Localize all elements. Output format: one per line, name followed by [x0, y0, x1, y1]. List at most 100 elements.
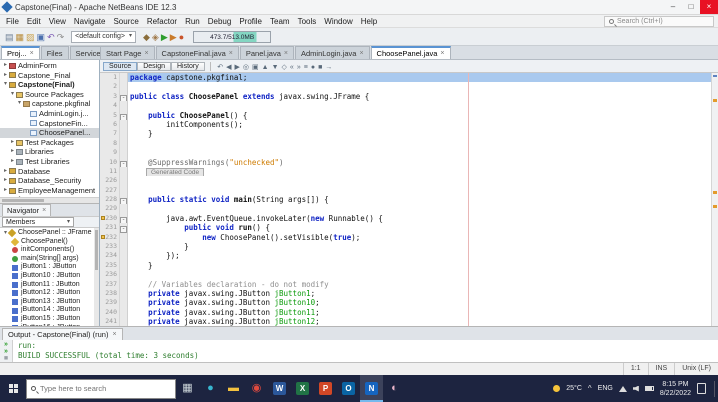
minimize-button[interactable]: –	[664, 0, 682, 14]
navigator-item-jbutton13-jbutton[interactable]: jButton13 : JButton	[0, 298, 99, 307]
taskbar-app-edge[interactable]: ●	[199, 375, 222, 402]
battery-icon[interactable]	[644, 386, 654, 391]
taskbar-app-paint[interactable]: ◐	[383, 375, 406, 402]
panel-tab-files[interactable]: Files	[40, 46, 69, 59]
tree-item-capstonefin[interactable]: CapstoneFin...	[0, 119, 99, 129]
stop-icon[interactable]: ■	[4, 355, 8, 362]
undo-icon[interactable]: ↶	[46, 32, 56, 42]
code-line-230[interactable]: 230 java.awt.EventQueue.invokeLater(new …	[100, 213, 718, 224]
taskbar-search[interactable]	[26, 378, 176, 399]
menu-edit[interactable]: Edit	[23, 17, 45, 26]
rerun-with-args-icon[interactable]: »	[4, 348, 8, 355]
close-tab-icon[interactable]: ×	[359, 47, 363, 60]
tree-item-adminlogin-j[interactable]: AdminLogin.j...	[0, 109, 99, 119]
editor-tab-panel-java[interactable]: Panel.java ×	[239, 46, 294, 60]
expand-toggle-icon[interactable]: ▸	[2, 167, 9, 177]
expand-toggle-icon[interactable]: ▸	[2, 61, 9, 71]
next-occurrence-icon[interactable]: ▼	[270, 64, 280, 71]
fold-toggle-icon[interactable]	[120, 195, 128, 205]
close-tab-icon[interactable]: ×	[229, 47, 233, 60]
view-button-history[interactable]: History	[170, 62, 205, 71]
start-button[interactable]	[0, 375, 26, 402]
tree-item-employeemanagement[interactable]: ▸ EmployeeManagement	[0, 186, 99, 196]
expand-toggle-icon[interactable]: ▸	[9, 157, 16, 167]
tree-item-capstone-final[interactable]: ▸ Capstone_Final	[0, 71, 99, 81]
new-project-icon[interactable]: ▦	[15, 32, 26, 42]
code-line-229[interactable]: 229	[100, 204, 718, 214]
menu-help[interactable]: Help	[357, 17, 381, 26]
prev-occurrence-icon[interactable]: ▲	[260, 64, 270, 71]
menu-window[interactable]: Window	[320, 17, 356, 26]
navigator-item-initcomponents[interactable]: initComponents()	[0, 246, 99, 255]
tree-item-test-libraries[interactable]: ▸ Test Libraries	[0, 157, 99, 167]
fold-toggle-icon[interactable]	[120, 213, 128, 224]
code-line-237[interactable]: 237 // Variables declaration - do not mo…	[100, 279, 718, 289]
warning-mark[interactable]	[713, 205, 717, 208]
code-line-227[interactable]: 227	[100, 185, 718, 196]
taskbar-search-input[interactable]	[40, 384, 160, 393]
code-line-241[interactable]: 241 private javax.swing.JButton jButton1…	[100, 317, 718, 326]
memory-indicator[interactable]: 473.7/513.0MB	[193, 30, 272, 43]
menu-file[interactable]: File	[2, 17, 23, 26]
close-output-icon[interactable]: ×	[112, 329, 116, 341]
wifi-icon[interactable]	[618, 385, 627, 392]
notifications-icon[interactable]	[697, 383, 706, 394]
code-line-228[interactable]: 228 public static void main(String args[…	[100, 195, 718, 205]
expand-toggle-icon[interactable]: ▸	[2, 176, 9, 186]
close-tab-icon[interactable]: ×	[144, 47, 148, 60]
back-icon[interactable]: ◀	[225, 64, 233, 71]
tree-item-database[interactable]: ▸ Database	[0, 167, 99, 177]
close-tab-icon[interactable]: ×	[284, 47, 288, 60]
menu-debug[interactable]: Debug	[204, 17, 236, 26]
code-line-11[interactable]: 11 Generated Code	[100, 166, 718, 177]
rerun-icon[interactable]: »	[4, 341, 8, 348]
projects-horizontal-scrollbar[interactable]	[0, 197, 99, 203]
navigator-item-choosepanel-jframe[interactable]: ▾ ChoosePanel :: JFrame	[0, 229, 99, 238]
output-tab[interactable]: Output - Capstone(Final) (run) ×	[2, 328, 123, 340]
close-button[interactable]: ×	[700, 0, 718, 14]
weather-temp[interactable]: 25°C	[566, 385, 582, 392]
navigator-item-jbutton11-jbutton[interactable]: jButton11 : JButton	[0, 281, 99, 290]
macro-stop-icon[interactable]: ■	[317, 64, 324, 71]
tree-item-test-packages[interactable]: ▸ Test Packages	[0, 138, 99, 148]
debug-project-icon[interactable]: ▶	[169, 32, 178, 42]
navigator-item-jbutton15-jbutton[interactable]: jButton15 : JButton	[0, 315, 99, 324]
expand-toggle-icon[interactable]: ▸	[2, 186, 9, 196]
maximize-button[interactable]: □	[682, 0, 700, 14]
fold-toggle-icon[interactable]	[120, 91, 128, 102]
clean-build-project-icon[interactable]: ◈	[151, 32, 160, 42]
open-project-icon[interactable]: ▨	[25, 32, 36, 42]
panel-tab-proj[interactable]: Proj... ×	[1, 46, 40, 59]
indent-icon[interactable]: →	[324, 64, 334, 71]
fold-toggle-icon[interactable]	[120, 157, 128, 167]
menu-run[interactable]: Run	[181, 17, 204, 26]
tray-expand-icon[interactable]: ^	[588, 384, 592, 393]
code-editor[interactable]: 1 package capstone.pkgfinal; 23 public clas…	[100, 73, 718, 326]
code-line-235[interactable]: 235 }	[100, 260, 718, 271]
fold-toggle-icon[interactable]	[120, 223, 128, 233]
tree-item-choosepanel[interactable]: ChoosePanel...	[0, 128, 99, 138]
menu-team[interactable]: Team	[266, 17, 294, 26]
tree-item-database-security[interactable]: ▸ Database_Security	[0, 176, 99, 186]
volume-icon[interactable]	[632, 385, 639, 392]
fold-toggle-icon[interactable]	[120, 110, 128, 120]
code-line-5[interactable]: 5 public ChoosePanel() {	[100, 110, 718, 120]
navigator-members-dropdown[interactable]: Members ▾	[2, 217, 74, 227]
navigator-item-jbutton14-jbutton[interactable]: jButton14 : JButton	[0, 306, 99, 315]
code-line-9[interactable]: 9	[100, 148, 718, 158]
navigator-item-jbutton1-jbutton[interactable]: jButton1 : JButton	[0, 263, 99, 272]
navigator-item-choosepanel[interactable]: ChoosePanel()	[0, 238, 99, 247]
taskbar-app-word[interactable]: W	[268, 375, 291, 402]
menu-view[interactable]: View	[45, 17, 70, 26]
view-button-source[interactable]: Source	[103, 62, 138, 71]
code-line-226[interactable]: 226	[100, 176, 718, 186]
warning-mark[interactable]	[713, 99, 717, 102]
tree-item-source-packages[interactable]: ▾ Source Packages	[0, 90, 99, 100]
find-selection-icon[interactable]: ◎	[241, 64, 250, 71]
menu-refactor[interactable]: Refactor	[143, 17, 181, 26]
code-line-239[interactable]: 239 private javax.swing.JButton jButton1…	[100, 298, 718, 308]
scrollbar-thumb[interactable]	[2, 199, 44, 202]
close-tab-icon[interactable]: ×	[30, 47, 34, 60]
taskbar-app-task-view[interactable]: ▦	[176, 375, 199, 402]
code-line-238[interactable]: 238 private javax.swing.JButton jButton1…	[100, 288, 718, 299]
